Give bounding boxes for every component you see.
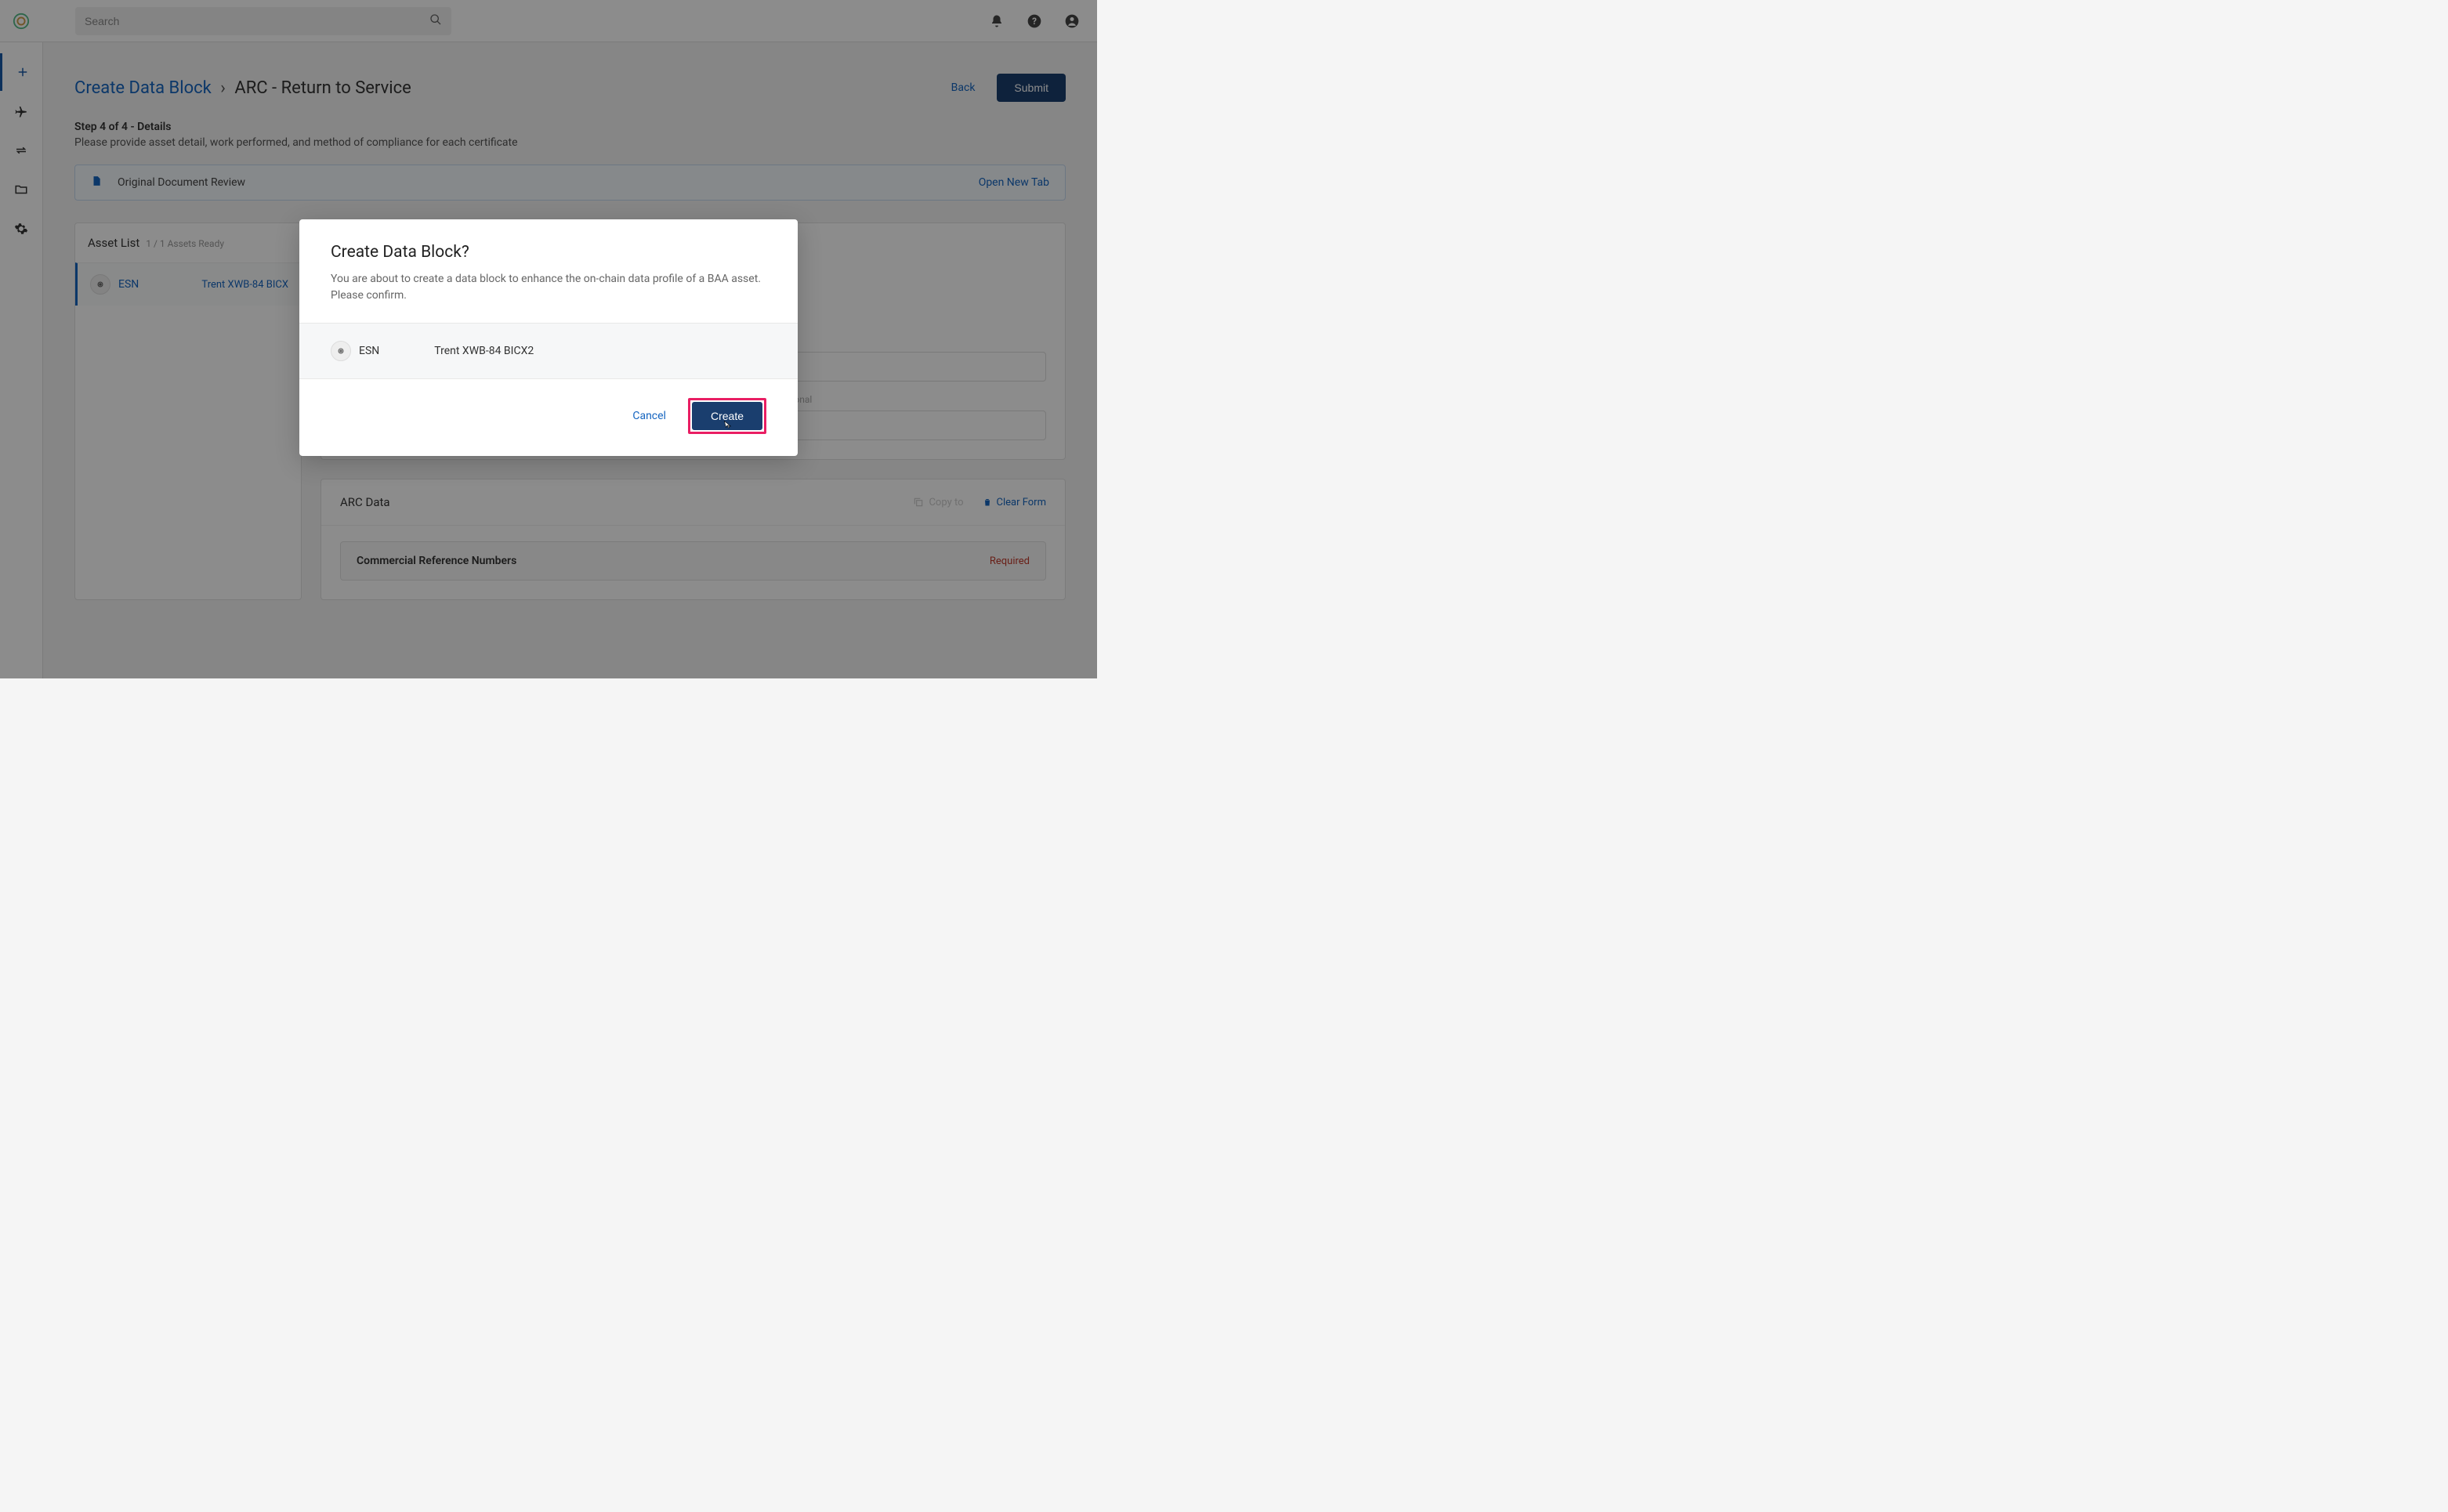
- modal-asset-label: ESN: [359, 345, 379, 357]
- create-button-highlight: Create: [688, 398, 766, 434]
- modal-title: Create Data Block?: [331, 243, 766, 262]
- modal-description: You are about to create a data block to …: [331, 271, 766, 304]
- modal-asset-row: ESN Trent XWB-84 BICX2: [299, 323, 798, 379]
- create-button[interactable]: Create: [692, 402, 762, 430]
- modal-asset-model: Trent XWB-84 BICX2: [434, 345, 534, 357]
- create-data-block-modal: Create Data Block? You are about to crea…: [299, 219, 798, 456]
- cancel-button[interactable]: Cancel: [632, 410, 666, 422]
- engine-icon: [331, 341, 351, 361]
